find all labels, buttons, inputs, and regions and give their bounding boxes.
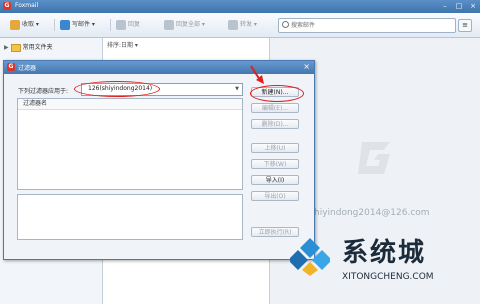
window-title: Foxmail (15, 2, 39, 9)
folder-label: 常用文件夹 (22, 44, 53, 51)
forward-button[interactable]: 转发 ▾ (228, 19, 257, 31)
filter-dialog: G 过滤器 × 下列过滤器应用于: 126(shiyindong2014) ▼ … (3, 60, 315, 260)
chevron-down-icon: ▼ (235, 86, 239, 92)
edit-filter-button[interactable]: 编辑(E)... (251, 103, 299, 113)
reply-button[interactable]: 回复 (116, 19, 140, 31)
apply-to-label: 下列过滤器应用于: (18, 88, 69, 95)
column-header-label: 过滤器名 (23, 100, 48, 107)
pen-icon (60, 19, 70, 30)
filter-list[interactable]: 过滤器名 (17, 98, 243, 190)
sidebar-item-common-folders[interactable]: ▶ 常用文件夹 (4, 42, 53, 52)
reply-icon (116, 19, 126, 30)
close-window-button[interactable]: × (468, 2, 478, 10)
toolbar-divider (110, 19, 111, 31)
toolbar-divider (54, 19, 55, 31)
watermark-url: XITONGCHENG.COM (342, 272, 434, 282)
move-down-button[interactable]: 下移(W) (251, 159, 299, 169)
export-button[interactable]: 导出(O) (251, 191, 299, 201)
windows-flag-logo-icon (290, 238, 330, 276)
reply-all-label: 回复全部 (176, 21, 201, 28)
minimize-button[interactable]: – (440, 2, 450, 10)
filter-name-column-header: 过滤器名 (18, 99, 242, 110)
compose-button[interactable]: 写邮件 ▾ (60, 19, 95, 31)
search-icon (282, 21, 289, 28)
annotation-circle-account (74, 81, 160, 97)
expand-arrow-icon[interactable]: ▶ (4, 44, 9, 51)
reply-all-icon (164, 19, 174, 30)
sort-dropdown[interactable]: 排序:日期 ▾ (107, 40, 138, 49)
forward-icon (228, 19, 238, 30)
watermark-name: 系统城 (342, 238, 427, 268)
search-input[interactable] (291, 20, 441, 30)
foxmail-logo-icon: G (3, 2, 11, 10)
site-watermark: 系统城 XITONGCHENG.COM (284, 232, 480, 304)
reply-label: 回复 (128, 21, 141, 28)
search-box (278, 18, 456, 33)
filter-description-box (17, 194, 243, 240)
compose-label: 写邮件 (72, 21, 91, 28)
delete-filter-button[interactable]: 删除(D)... (251, 119, 299, 129)
receive-button[interactable]: 收取 ▾ (10, 19, 39, 31)
receive-label: 收取 (22, 21, 35, 28)
foxmail-logo-icon: G (7, 63, 15, 71)
dialog-title: 过滤器 (18, 65, 37, 72)
account-email-watermark: hiyindong2014@126.com (314, 208, 430, 218)
menu-button[interactable]: ≡ (458, 19, 472, 32)
folder-icon (10, 43, 21, 52)
toolbar: 收取 ▾ 写邮件 ▾ 回复 回复全部 ▾ 转发 ▾ ≡ (0, 13, 480, 38)
foxmail-watermark-logo-icon (358, 142, 390, 174)
import-button[interactable]: 导入(I) (251, 175, 299, 185)
maximize-button[interactable]: □ (454, 2, 464, 10)
inbox-icon (10, 19, 20, 30)
annotation-arrow-icon (250, 65, 264, 84)
move-up-button[interactable]: 上移(U) (251, 143, 299, 153)
title-bar: G Foxmail – □ × (0, 0, 480, 13)
forward-label: 转发 (240, 21, 253, 28)
dialog-close-button[interactable]: × (303, 62, 310, 71)
reply-all-button[interactable]: 回复全部 ▾ (164, 19, 205, 31)
